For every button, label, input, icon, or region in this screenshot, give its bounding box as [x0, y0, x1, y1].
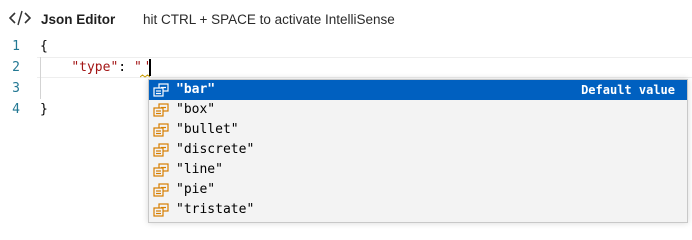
- enum-member-icon: [153, 183, 169, 197]
- code-line-1[interactable]: {: [40, 36, 48, 57]
- suggest-item[interactable]: "discrete": [149, 140, 687, 160]
- line-number: 2: [12, 60, 20, 75]
- close-brace: }: [40, 102, 48, 117]
- suggest-label: "discrete": [176, 142, 255, 157]
- json-value-open-quote: ": [133, 60, 142, 75]
- enum-member-icon: [153, 103, 169, 117]
- text-cursor: [149, 59, 151, 76]
- open-brace: {: [40, 39, 48, 54]
- code-icon: [9, 10, 31, 26]
- suggest-label: "pie": [176, 182, 216, 197]
- enum-member-icon: [153, 123, 169, 137]
- enum-member-icon: [153, 143, 169, 157]
- suggest-label: "tristate": [176, 202, 255, 217]
- suggest-label: "line": [176, 162, 223, 177]
- code-line-4[interactable]: }: [40, 99, 48, 120]
- line-number: 4: [12, 102, 20, 117]
- editor-title: Json Editor: [41, 12, 116, 27]
- line-number: 3: [12, 81, 20, 96]
- suggest-label: "box": [176, 102, 216, 117]
- enum-member-icon: [153, 203, 169, 217]
- suggest-label: "bar": [176, 82, 216, 97]
- suggest-item[interactable]: "line": [149, 160, 687, 180]
- json-editor: Json Editor hit CTRL + SPACE to activate…: [0, 0, 692, 230]
- suggest-item[interactable]: "pie": [149, 180, 687, 200]
- suggest-item[interactable]: "tristate": [149, 200, 687, 220]
- enum-member-icon: [153, 163, 169, 177]
- editor-header: Json Editor hit CTRL + SPACE to activate…: [0, 0, 692, 36]
- suggest-widget[interactable]: "bar" Default value "box" "bullet" "disc…: [148, 79, 688, 223]
- colon: :: [118, 60, 134, 75]
- suggest-label: "bullet": [176, 122, 239, 137]
- line-number: 1: [12, 39, 20, 54]
- suggest-item[interactable]: "bullet": [149, 120, 687, 140]
- intellisense-hint: hit CTRL + SPACE to activate IntelliSens…: [143, 12, 395, 27]
- suggest-detail: Default value: [581, 83, 675, 97]
- json-key: "type": [71, 60, 119, 75]
- suggest-item[interactable]: "box": [149, 100, 687, 120]
- code-line-2[interactable]: "type": "": [40, 57, 152, 78]
- suggest-item[interactable]: "bar" Default value: [149, 80, 687, 100]
- enum-member-icon: [153, 83, 169, 97]
